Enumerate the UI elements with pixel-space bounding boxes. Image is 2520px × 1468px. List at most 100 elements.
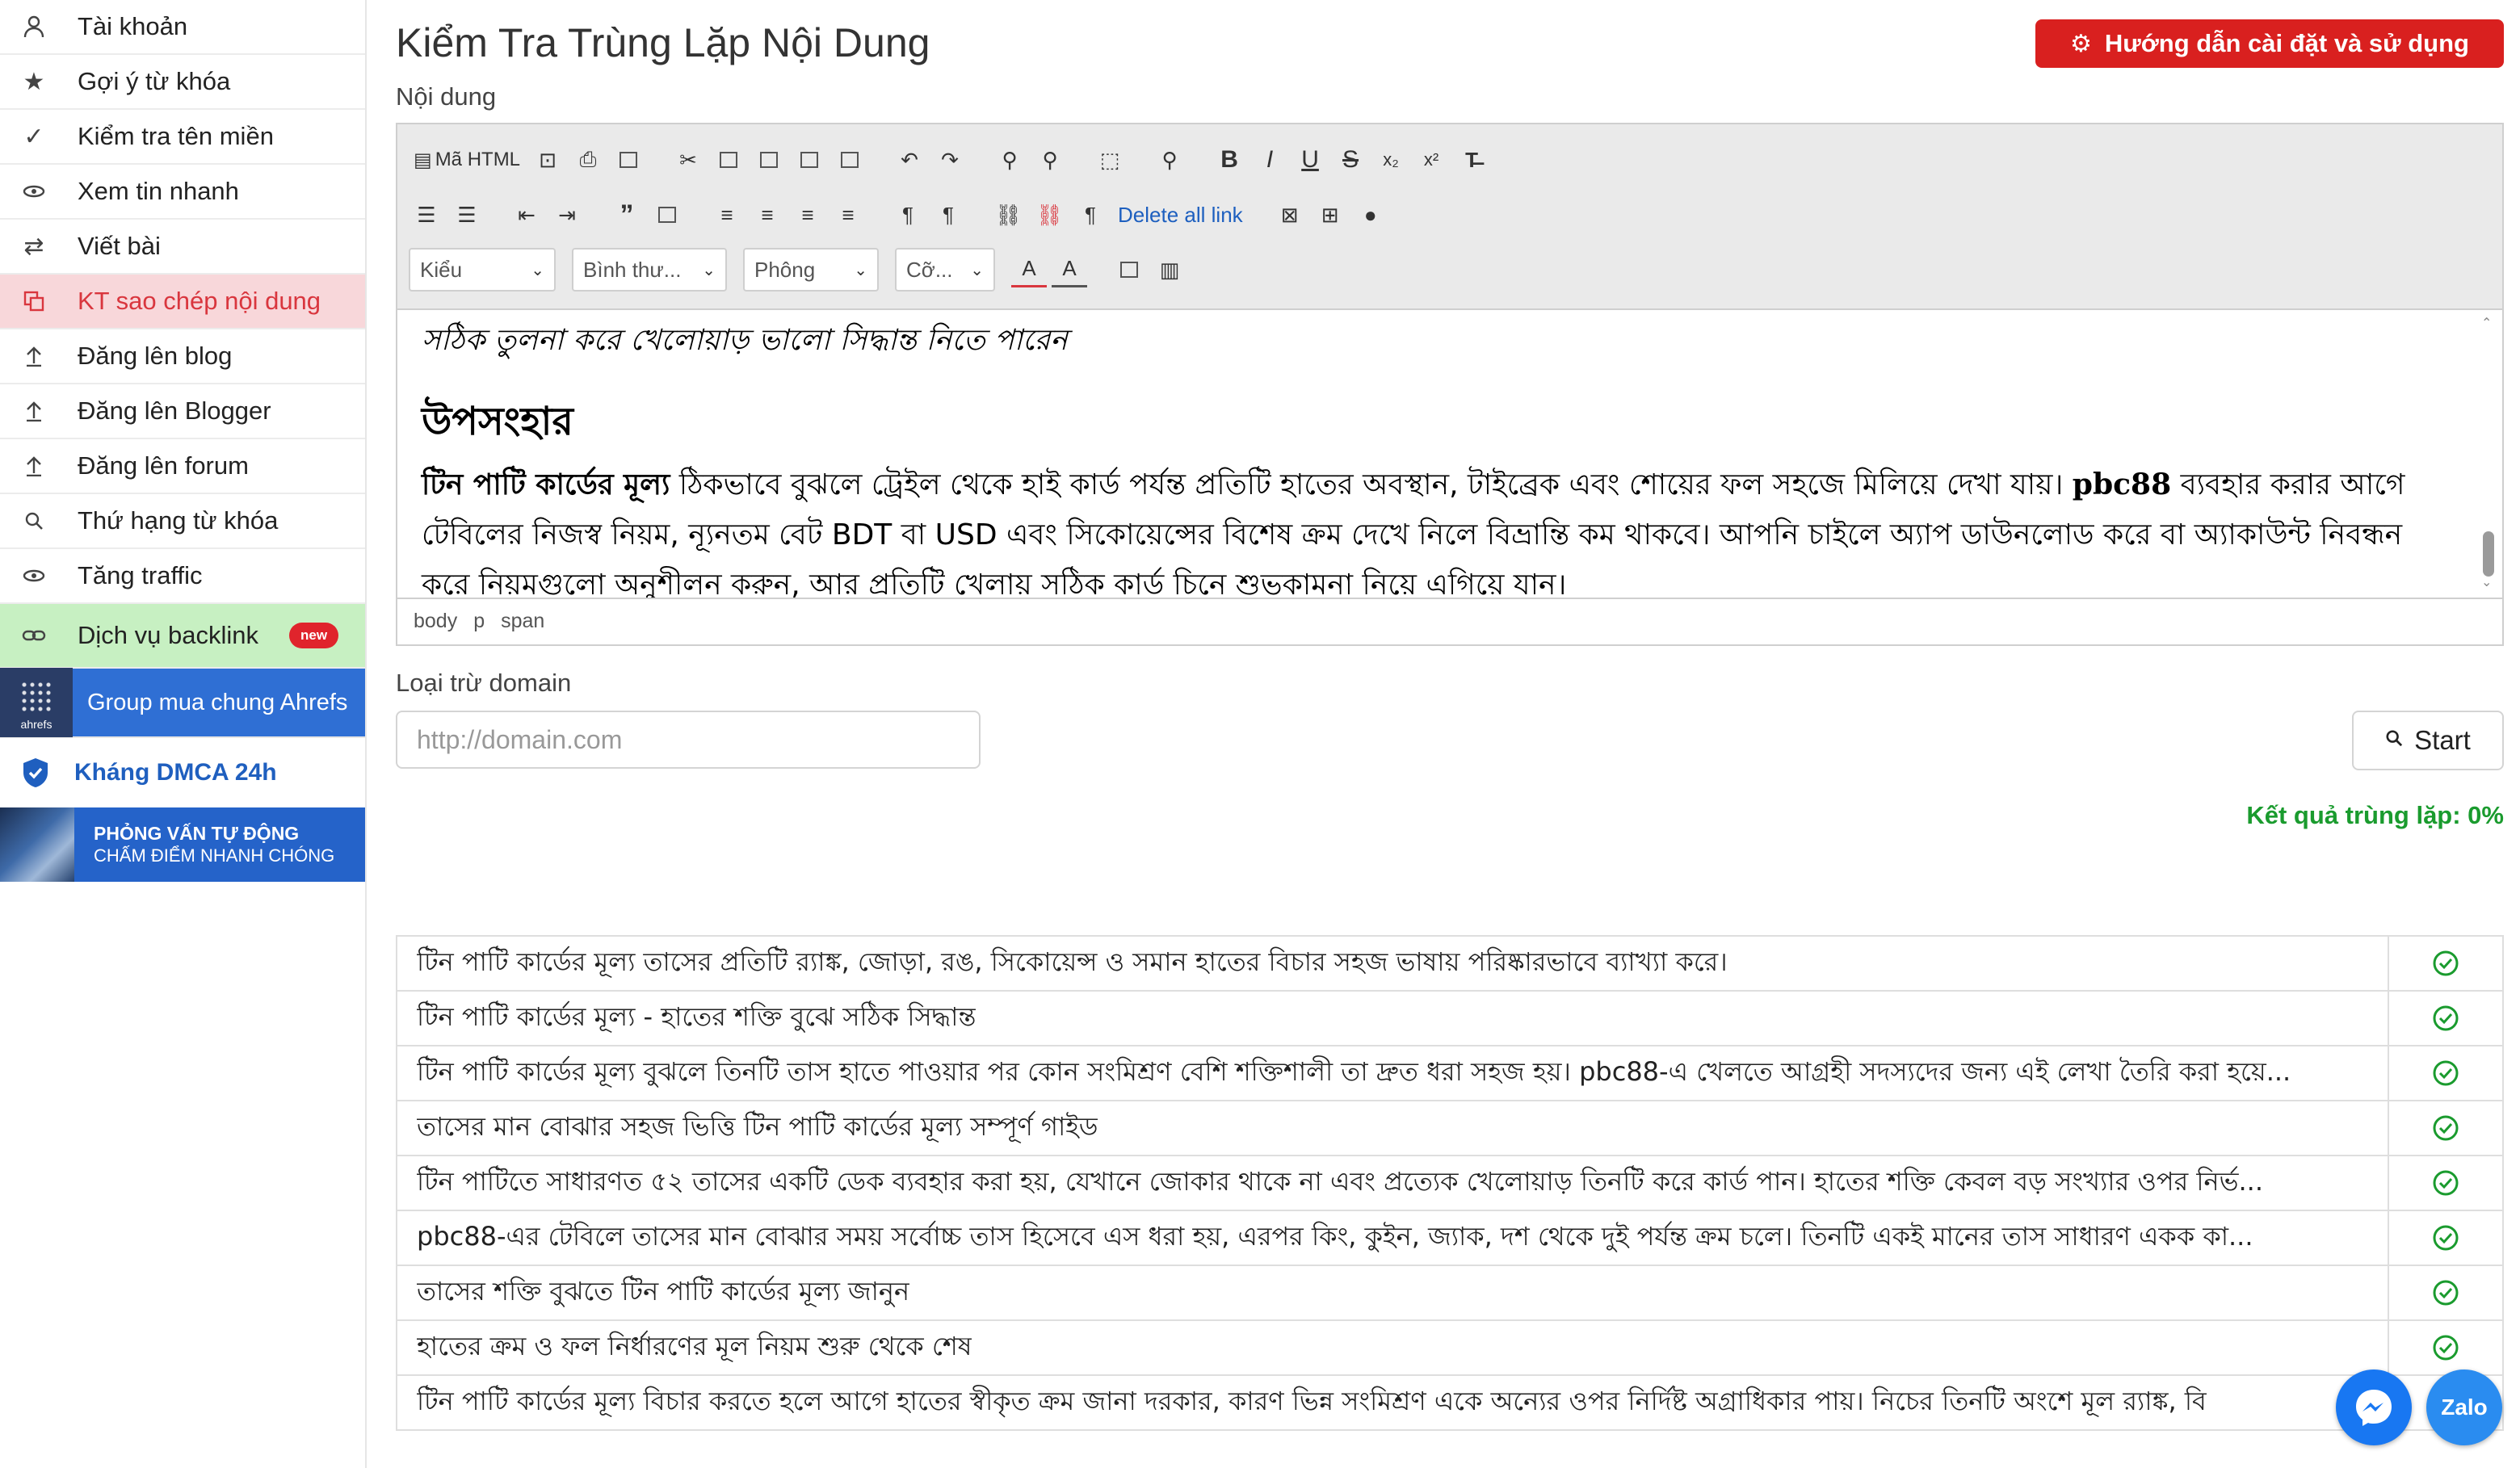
link-icon [18, 619, 50, 652]
sidebar-item-label: Tăng traffic [78, 561, 203, 589]
result-sentence: তাসের শক্তি বুঝতে টিন পাটি কার্ডের মূল্য… [397, 1266, 2389, 1319]
editor-scrollbar[interactable]: ⌃ ⌄ [2480, 315, 2497, 589]
subscript-button[interactable]: x₂ [1373, 142, 1409, 178]
paste-icon[interactable] [751, 142, 787, 178]
font-select[interactable]: Phông ⌄ [743, 248, 879, 292]
bulleted-list-icon[interactable]: ☰ [449, 197, 485, 233]
editor-toolbar: ▤ Mã HTML ⊡ ⎙ ✂ ↶ ↷ ⚲ ⚲ ⬚ ⚲ B I U S x₂ x… [397, 124, 2502, 310]
format-select[interactable]: Bình thư... ⌄ [572, 248, 727, 292]
sidebar-item-account[interactable]: Tài khoản [0, 0, 365, 55]
indent-icon[interactable]: ⇥ [549, 197, 585, 233]
exclude-domain-input[interactable] [396, 711, 981, 769]
ltr-icon[interactable]: ¶ [890, 197, 926, 233]
zalo-button[interactable]: Zalo [2426, 1369, 2502, 1445]
search-icon [18, 505, 50, 537]
content-brand: pbc88 [2072, 468, 2172, 501]
copy-icon [18, 285, 50, 317]
image-icon[interactable]: ⊠ [1272, 197, 1308, 233]
paste-word-icon[interactable] [832, 142, 867, 178]
rtl-icon[interactable]: ¶ [930, 197, 966, 233]
ahrefs-group-banner[interactable]: ahrefs Group mua chung Ahrefs [0, 668, 365, 738]
anchor-icon[interactable]: ¶ [1073, 197, 1108, 233]
check-circle-icon [2389, 1321, 2502, 1374]
superscript-button[interactable]: x² [1413, 142, 1449, 178]
numbered-list-icon[interactable]: ☰ [409, 197, 444, 233]
maximize-icon[interactable] [1111, 252, 1147, 287]
preview-icon[interactable]: ⊡ [530, 142, 565, 178]
editor-content-area[interactable]: সঠিক তুলনা করে খেলোয়াড় ভালো সিদ্ধান্ত … [397, 310, 2502, 598]
show-blocks-icon[interactable]: ▥ [1152, 252, 1187, 287]
interview-banner[interactable]: PHỎNG VẤN TỰ ĐỘNG CHẤM ĐIỂM NHANH CHÓNG [0, 807, 365, 882]
table-row: টিন পাটিতে সাধারণত ৫২ তাসের একটি ডেক ব্য… [397, 1156, 2502, 1211]
remove-format-icon[interactable]: T̶ [1454, 142, 1489, 178]
outdent-icon[interactable]: ⇤ [509, 197, 544, 233]
source-button[interactable]: ▤ Mã HTML [409, 142, 525, 178]
redo-icon[interactable]: ↷ [932, 142, 968, 178]
check-icon: ✓ [23, 123, 44, 150]
strike-button[interactable]: S [1333, 142, 1368, 178]
sidebar-item-label: Đăng lên Blogger [78, 396, 271, 425]
sidebar-item-backlink[interactable]: Dịch vụ backlink new [0, 604, 365, 669]
messenger-button[interactable] [2336, 1369, 2412, 1445]
link-icon[interactable]: ⛓ [990, 197, 1027, 233]
special-char-icon[interactable]: ● [1353, 197, 1388, 233]
sidebar-item-copy-check[interactable]: KT sao chép nội dung [0, 275, 365, 329]
italic-button[interactable]: I [1252, 142, 1287, 178]
path-body[interactable]: body [414, 610, 457, 633]
sidebar-item-traffic[interactable]: Tăng traffic [0, 549, 365, 604]
sidebar-item-label: Đăng lên blog [78, 342, 233, 370]
eye-icon [18, 175, 50, 208]
paste-text-icon[interactable] [792, 142, 827, 178]
background-color-icon[interactable]: A [1052, 252, 1087, 287]
path-p[interactable]: p [473, 610, 485, 633]
sidebar-item-post-blogger[interactable]: Đăng lên Blogger [0, 384, 365, 439]
delete-all-link-button[interactable]: Delete all link [1113, 197, 1248, 233]
spellcheck-icon[interactable]: ⚲ [1152, 142, 1187, 178]
blockquote-icon[interactable]: ” [609, 197, 645, 233]
new-badge: new [288, 623, 339, 648]
sidebar-item-keyword-suggest[interactable]: ★ Gợi ý từ khóa [0, 55, 365, 110]
sidebar-item-label: Tài khoản [78, 12, 188, 40]
table-row: তাসের শক্তি বুঝতে টিন পাটি কার্ডের মূল্য… [397, 1266, 2502, 1321]
check-circle-icon [2389, 992, 2502, 1045]
sidebar-item-label: Dịch vụ backlink [78, 621, 258, 649]
bold-button[interactable]: B [1212, 142, 1247, 178]
content-heading: উপসংহার [422, 399, 573, 444]
user-icon [18, 10, 50, 43]
select-all-icon[interactable]: ⬚ [1092, 142, 1128, 178]
undo-icon[interactable]: ↶ [892, 142, 927, 178]
sidebar-item-write-post[interactable]: ⇄ Viết bài [0, 220, 365, 275]
template-icon[interactable] [611, 142, 646, 178]
div-icon[interactable] [649, 197, 685, 233]
sidebar-item-quick-news[interactable]: Xem tin nhanh [0, 165, 365, 220]
print-icon[interactable]: ⎙ [570, 142, 606, 178]
find-icon[interactable]: ⚲ [992, 142, 1027, 178]
sidebar-item-domain-check[interactable]: ✓ Kiểm tra tên miền [0, 110, 365, 165]
cut-icon[interactable]: ✂ [670, 142, 706, 178]
table-icon[interactable]: ⊞ [1312, 197, 1348, 233]
sidebar-item-post-forum[interactable]: Đăng lên forum [0, 439, 365, 494]
text-color-icon[interactable]: A [1011, 252, 1047, 287]
guide-button[interactable]: ⚙ Hướng dẫn cài đặt và sử dụng [2035, 19, 2504, 68]
justify-icon[interactable]: ≡ [830, 197, 866, 233]
align-right-icon[interactable]: ≡ [790, 197, 825, 233]
unlink-icon[interactable]: ⛓ [1031, 197, 1068, 233]
sidebar-item-post-blog[interactable]: Đăng lên blog [0, 329, 365, 384]
element-path-bar: body p span [397, 598, 2502, 643]
align-center-icon[interactable]: ≡ [750, 197, 785, 233]
style-select[interactable]: Kiểu ⌄ [409, 248, 556, 292]
result-sentence: হাতের ক্রম ও ফল নির্ধারণের মূল নিয়ম শুর… [397, 1321, 2389, 1374]
copy-icon[interactable] [711, 142, 746, 178]
replace-icon[interactable]: ⚲ [1032, 142, 1068, 178]
exclude-domain-label: Loại trừ domain [396, 669, 572, 697]
scrollbar-thumb[interactable] [2483, 531, 2494, 577]
size-select[interactable]: Cỡ... ⌄ [895, 248, 995, 292]
sidebar-item-keyword-rank[interactable]: Thứ hạng từ khóa [0, 494, 365, 549]
path-span[interactable]: span [501, 610, 544, 633]
align-left-icon[interactable]: ≡ [709, 197, 745, 233]
chevron-down-icon: ⌄ [854, 261, 867, 279]
start-button[interactable]: Start [2352, 711, 2504, 770]
result-sentence: তাসের মান বোঝার সহজ ভিত্তি টিন পাটি কার্… [397, 1101, 2389, 1155]
dmca-link[interactable]: Kháng DMCA 24h [0, 738, 365, 807]
underline-button[interactable]: U [1292, 142, 1328, 178]
